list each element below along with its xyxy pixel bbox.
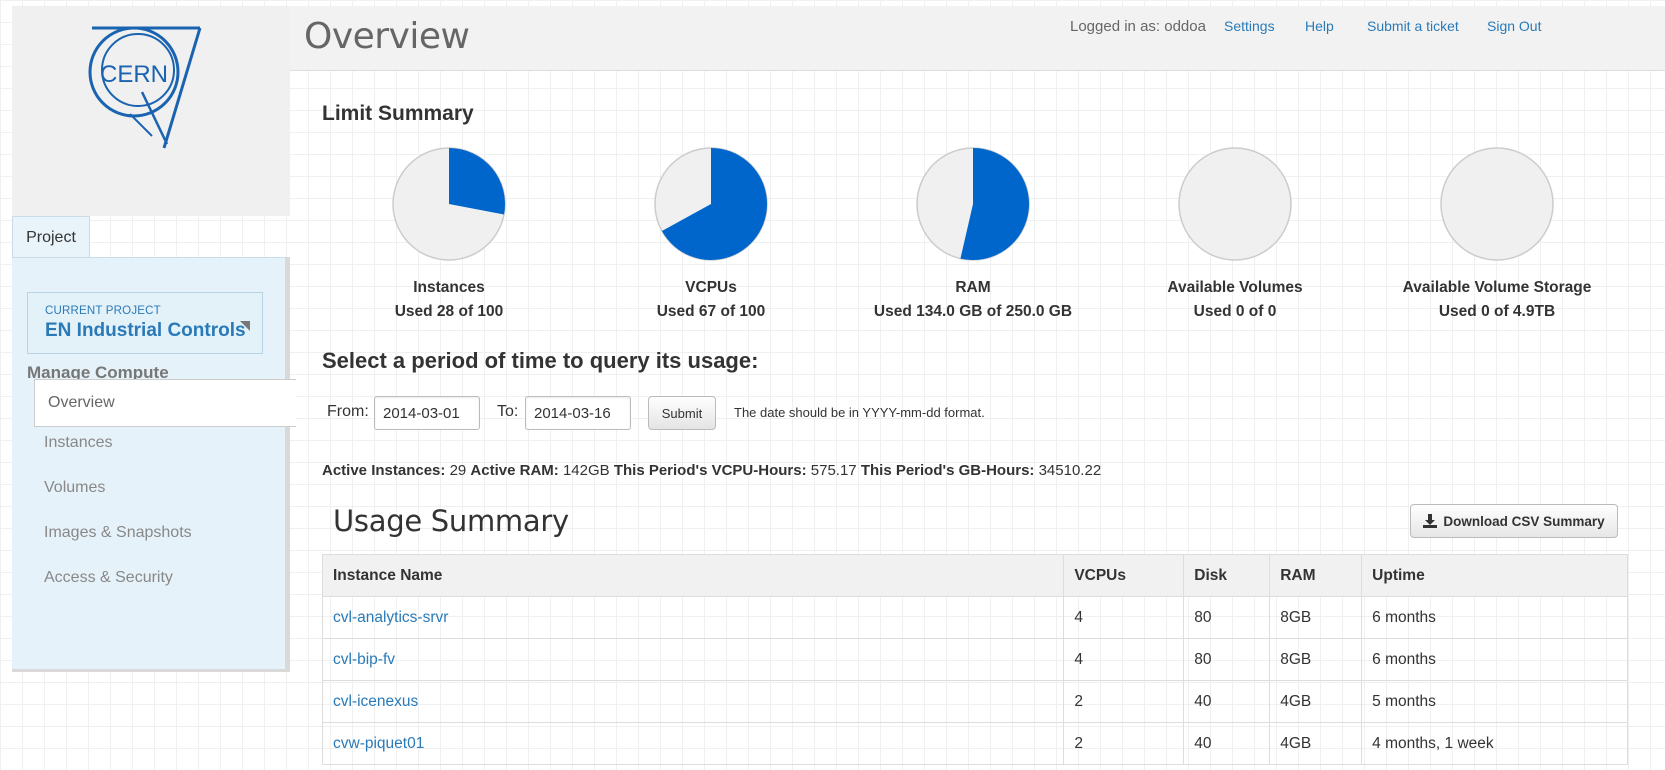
period-heading: Select a period of time to query its usa… (322, 348, 759, 373)
sidebar-item-access-security[interactable]: Access & Security (44, 569, 173, 587)
cell-uptime: 5 months (1361, 680, 1628, 723)
sidebar-item-overview[interactable]: Overview (34, 379, 296, 427)
table-row: cvl-analytics-srvr 4 80 8GB 6 months (321, 596, 1628, 639)
usage-stats: Active Instances: 29 Active RAM: 142GB T… (322, 462, 1101, 479)
settings-link[interactable]: Settings (1224, 18, 1275, 34)
active-ram-label: Active RAM: (470, 462, 559, 479)
current-project-name: EN Industrial Controls (45, 320, 246, 341)
col-instance-name[interactable]: Instance Name (321, 554, 1065, 597)
cell-vcpus: 4 (1063, 596, 1185, 639)
download-icon (1423, 514, 1438, 528)
table-row: cvw-piquet01 2 40 4GB 4 months, 1 week (321, 722, 1628, 765)
cell-uptime: 6 months (1361, 596, 1628, 639)
usage-table: Instance Name VCPUs Disk RAM Uptime cvl-… (321, 554, 1628, 765)
current-project-label: CURRENT PROJECT (45, 305, 161, 317)
to-label: To: (497, 403, 519, 420)
cell-disk: 80 (1183, 596, 1271, 639)
usage-summary-heading: Usage Summary (333, 504, 569, 538)
cell-ram: 8GB (1269, 638, 1363, 681)
cell-uptime: 6 months (1361, 638, 1628, 681)
col-vcpus[interactable]: VCPUs (1063, 554, 1185, 597)
pie-ram (916, 147, 1030, 261)
cell-disk: 40 (1183, 722, 1271, 765)
to-date-input[interactable] (525, 396, 631, 430)
cell-vcpus: 2 (1063, 722, 1185, 765)
download-csv-button[interactable]: Download CSV Summary (1410, 504, 1618, 538)
pie-vcpus (654, 147, 768, 261)
pie-title-instances: Instances (413, 279, 485, 296)
pie-instances (392, 147, 506, 261)
cell-disk: 80 (1183, 638, 1271, 681)
pie-background (1440, 147, 1554, 261)
cell-uptime: 4 months, 1 week (1361, 722, 1628, 765)
tab-project[interactable]: Project (12, 216, 90, 258)
active-instances-label: Active Instances: (322, 462, 446, 479)
current-project-switcher[interactable]: CURRENT PROJECT EN Industrial Controls (27, 292, 263, 354)
cell-ram: 4GB (1269, 680, 1363, 723)
instance-link[interactable]: cvw-piquet01 (333, 735, 424, 752)
pie-title-ram: RAM (955, 279, 991, 296)
download-csv-label: Download CSV Summary (1443, 513, 1605, 529)
from-date-input[interactable] (374, 396, 480, 430)
instance-link[interactable]: cvl-analytics-srvr (333, 609, 448, 626)
col-uptime[interactable]: Uptime (1361, 554, 1628, 597)
pie-used-slice (449, 148, 506, 215)
logo-area: CERN (12, 6, 290, 216)
gb-hours-label: This Period's GB-Hours: (860, 462, 1035, 479)
pie-background (1178, 147, 1292, 261)
table-row: cvl-bip-fv 4 80 8GB 6 months (321, 638, 1628, 681)
cell-instance-name: cvl-bip-fv (321, 638, 1065, 681)
cell-disk: 40 (1183, 680, 1271, 723)
pie-title-vcpus: VCPUs (685, 279, 737, 296)
pie-usage-ram: Used 134.0 GB of 250.0 GB (873, 303, 1073, 320)
cell-vcpus: 2 (1063, 680, 1185, 723)
table-row: cvl-icenexus 2 40 4GB 5 months (321, 680, 1628, 723)
active-ram-value: 142GB (562, 462, 610, 479)
vcpu-hours-label: This Period's VCPU-Hours: (613, 462, 807, 479)
cell-instance-name: cvw-piquet01 (321, 722, 1065, 765)
from-label: From: (327, 403, 369, 420)
submit-button[interactable]: Submit (648, 396, 716, 430)
cell-vcpus: 4 (1063, 638, 1185, 681)
submit-ticket-link[interactable]: Submit a ticket (1367, 18, 1459, 34)
logo-text: CERN (100, 61, 168, 88)
pie-usage-available-volumes: Used 0 of 0 (1193, 303, 1277, 320)
pie-usage-vcpus: Used 67 of 100 (656, 303, 766, 320)
active-instances-value: 29 (449, 462, 467, 479)
top-header: Overview Logged in as: oddoa Settings He… (290, 6, 1665, 71)
gb-hours-value: 34510.22 (1038, 462, 1102, 479)
instance-link[interactable]: cvl-icenexus (333, 693, 418, 710)
sidebar-item-instances[interactable]: Instances (44, 434, 112, 452)
help-link[interactable]: Help (1305, 18, 1334, 34)
cell-instance-name: cvl-analytics-srvr (321, 596, 1065, 639)
cell-instance-name: cvl-icenexus (321, 680, 1065, 723)
page-title: Overview (304, 16, 470, 57)
pie-title-available-volumes: Available Volumes (1167, 279, 1303, 296)
cern-logo[interactable]: CERN (82, 20, 222, 150)
sidebar-item-volumes[interactable]: Volumes (44, 479, 105, 497)
col-disk[interactable]: Disk (1183, 554, 1271, 597)
table-header-row: Instance Name VCPUs Disk RAM Uptime (321, 554, 1628, 597)
dropdown-caret-icon (240, 321, 250, 331)
cell-ram: 8GB (1269, 596, 1363, 639)
cell-ram: 4GB (1269, 722, 1363, 765)
pie-available-volume-storage (1440, 147, 1554, 261)
limit-summary-heading: Limit Summary (322, 102, 474, 125)
pie-usage-available-volume-storage: Used 0 of 4.9TB (1438, 303, 1556, 320)
sidebar: CERN Project CURRENT PROJECT EN Industri… (12, 6, 296, 669)
pie-available-volumes (1178, 147, 1292, 261)
pie-title-available-volume-storage: Available Volume Storage (1402, 279, 1592, 296)
col-ram[interactable]: RAM (1269, 554, 1363, 597)
pie-usage-instances: Used 28 of 100 (394, 303, 504, 320)
date-format-hint: The date should be in YYYY-mm-dd format. (734, 405, 985, 420)
instance-link[interactable]: cvl-bip-fv (333, 651, 395, 668)
logged-in-user: Logged in as: oddoa (1070, 18, 1206, 35)
sidebar-item-images-snapshots[interactable]: Images & Snapshots (44, 524, 192, 542)
side-panel: CURRENT PROJECT EN Industrial Controls M… (12, 257, 296, 669)
vcpu-hours-value: 575.17 (810, 462, 857, 479)
sign-out-link[interactable]: Sign Out (1487, 18, 1541, 34)
